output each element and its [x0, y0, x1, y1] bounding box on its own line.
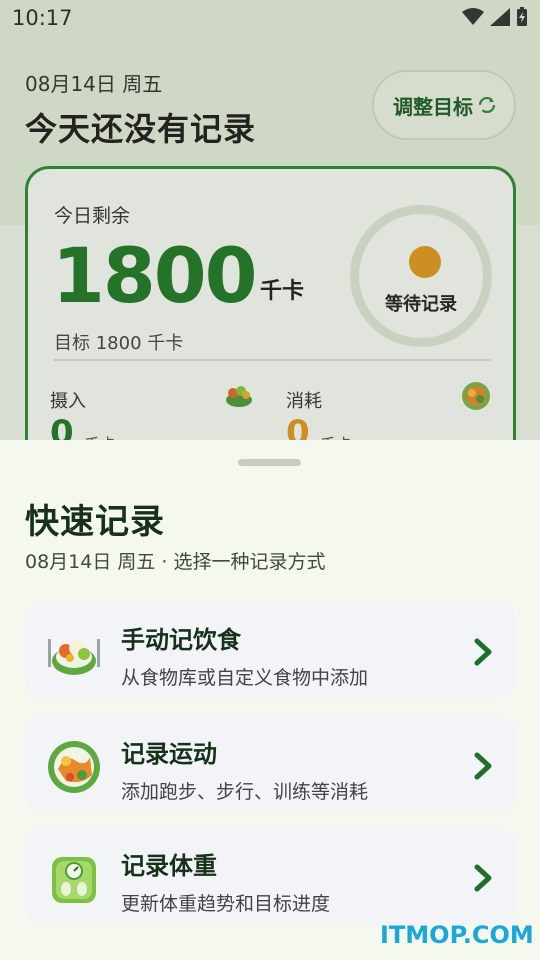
option-title: 记录运动 [121, 740, 217, 768]
log-weight-option[interactable]: 记录体重 更新体重趋势和目标进度 [24, 828, 517, 925]
option-description: 从食物库或自定义食物中添加 [121, 667, 369, 689]
option-description: 更新体重趋势和目标进度 [121, 893, 331, 915]
sheet-subtitle: 08月14日 周五 · 选择一种记录方式 [25, 551, 326, 573]
chevron-right-icon [474, 864, 492, 892]
sheet-title: 快速记录 [25, 502, 165, 542]
watermark: ITMOP.COM [380, 921, 534, 949]
option-title: 记录体重 [121, 852, 217, 880]
food-plate-icon [48, 639, 100, 675]
chevron-right-icon [474, 638, 492, 666]
log-diet-option[interactable]: 手动记饮食 从食物库或自定义食物中添加 [24, 602, 517, 699]
weight-scale-icon [52, 857, 96, 903]
chevron-right-icon [474, 752, 492, 780]
log-exercise-option[interactable]: 记录运动 添加跑步、步行、训练等消耗 [24, 716, 517, 813]
quick-record-sheet: 快速记录 08月14日 周五 · 选择一种记录方式 手动记饮食 从食物库或自定义… [0, 440, 540, 960]
sheet-drag-handle[interactable] [238, 459, 301, 466]
option-title: 手动记饮食 [121, 626, 241, 654]
option-description: 添加跑步、步行、训练等消耗 [121, 781, 369, 803]
exercise-bowl-icon [48, 741, 100, 793]
